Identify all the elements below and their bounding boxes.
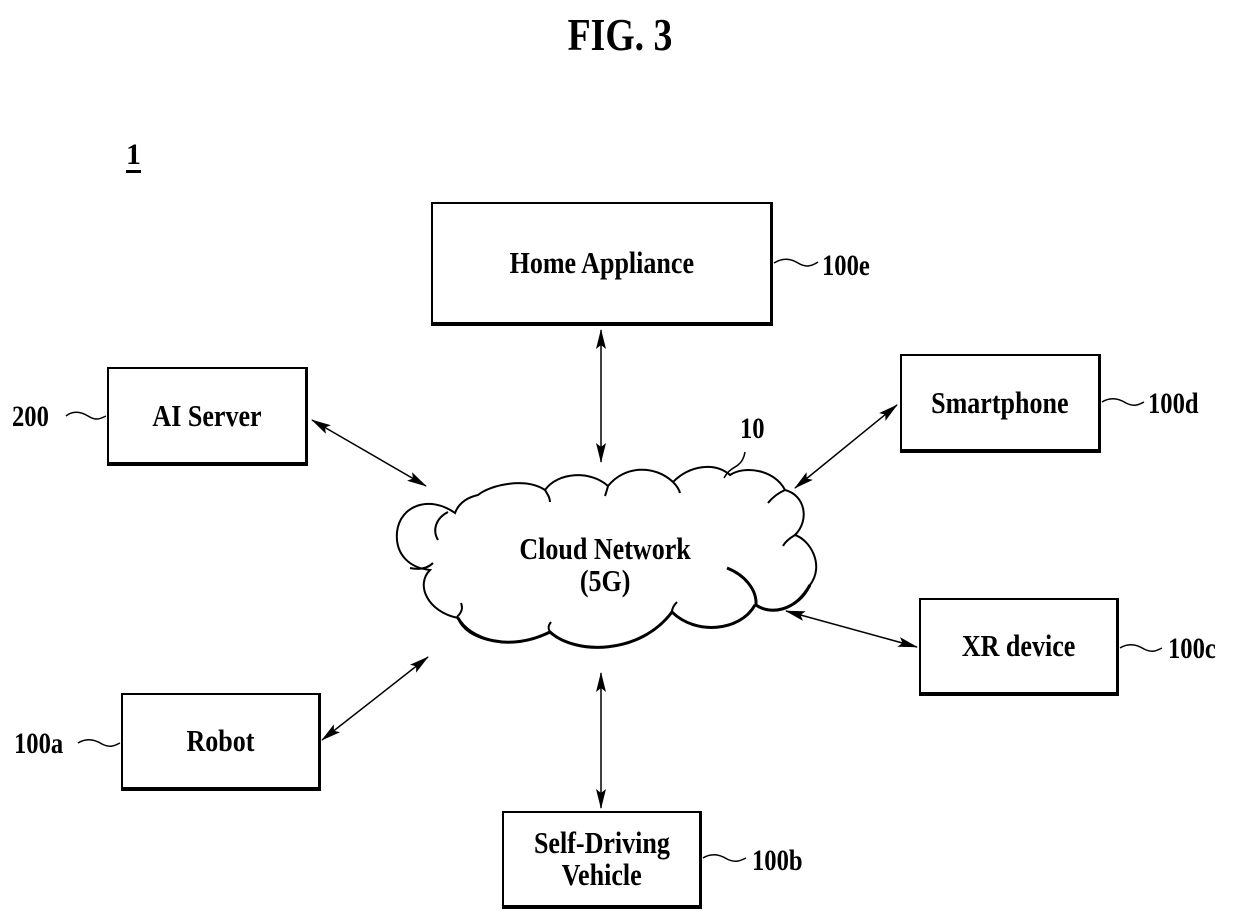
leader-100e	[773, 258, 819, 267]
node-xr-device: XR device	[919, 598, 1119, 696]
ref-100a: 100a	[14, 727, 64, 760]
cloud-network-label: Cloud Network (5G)	[440, 533, 770, 597]
node-self-driving-vehicle: Self-Driving Vehicle	[502, 811, 702, 909]
ref-100c: 100c	[1168, 632, 1216, 665]
arrow-ai-server	[311, 419, 427, 487]
arrow-xr-device	[785, 610, 918, 648]
node-robot-label: Robot	[186, 723, 255, 758]
arrow-robot	[321, 656, 429, 741]
node-smartphone-label: Smartphone	[931, 384, 1069, 420]
ref-100d: 100d	[1148, 387, 1199, 420]
leader-100c	[1119, 644, 1163, 652]
ref-100e: 100e	[822, 249, 870, 282]
network-ref: 10	[740, 412, 765, 445]
leader-100d	[1101, 398, 1145, 406]
leader-100a	[77, 739, 121, 747]
node-ai-server-label: AI Server	[152, 397, 262, 433]
node-xr-device-label: XR device	[961, 628, 1076, 663]
node-robot: Robot	[121, 693, 321, 791]
leader-200	[65, 411, 107, 420]
node-ai-server: AI Server	[107, 367, 308, 466]
node-home-appliance-label: Home Appliance	[509, 245, 694, 280]
cloud-network-label-line1: Cloud Network	[519, 531, 691, 566]
arrow-smartphone	[794, 404, 898, 489]
ref-200: 200	[12, 400, 49, 433]
ref-100b: 100b	[752, 844, 803, 877]
node-self-driving-vehicle-label-line2: Vehicle	[561, 857, 642, 892]
node-smartphone: Smartphone	[900, 354, 1101, 453]
leader-100b	[702, 854, 747, 862]
node-self-driving-vehicle-label-line1: Self-Driving	[533, 825, 670, 860]
cloud-network-label-line2: (5G)	[579, 563, 631, 598]
node-home-appliance: Home Appliance	[431, 202, 773, 326]
